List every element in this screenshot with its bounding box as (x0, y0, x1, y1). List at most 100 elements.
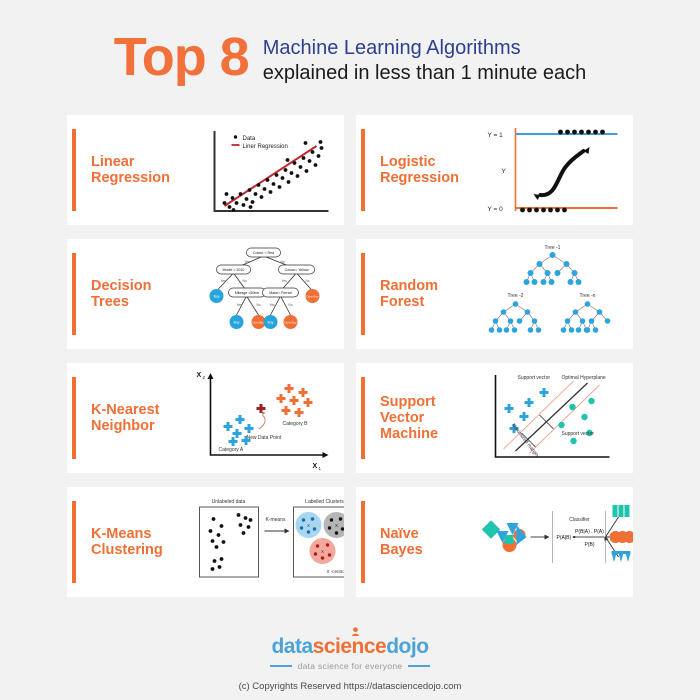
svg-text:No: No (243, 279, 247, 283)
axis-label-x: X (313, 463, 318, 470)
card-title-line1: Logistic (380, 154, 436, 170)
accent-bar (361, 377, 365, 459)
copyright-text: (c) Copyrights Reserved https://datascie… (238, 681, 462, 692)
tree-label-2: Tree -2 (508, 293, 524, 299)
algorithm-card-grid: Linear Regression Data Liner Regression (67, 115, 633, 597)
page-footer: datasciencedojo data science for everyon… (0, 627, 700, 692)
label-classifier: Classifier (569, 517, 590, 523)
svg-text:X: X (321, 549, 324, 554)
logo-tagline: data science for everyone (0, 661, 700, 671)
accent-bar (72, 501, 76, 583)
axis-label-y: Y (502, 168, 507, 175)
accent-bar (361, 501, 365, 583)
label-kmeans-arrow: K-means (265, 517, 286, 523)
card-random-forest[interactable]: Random Forest Tree -1 Tree -2 Tree -n (356, 239, 633, 349)
card-title-line2: Regression (380, 170, 459, 186)
label-labelled-clusters: Labelled Clusters (305, 499, 344, 505)
card-title-line1: Decision (91, 278, 152, 294)
svg-text:X: X (307, 523, 310, 528)
label-support-vector-bottom: Support vector (562, 431, 595, 437)
card-title-k-means-clustering: K-Means Clustering (91, 526, 183, 558)
card-title-line2: Forest (380, 294, 425, 310)
logo-part-dojo: dojo (386, 635, 429, 658)
card-title-linear-regression: Linear Regression (91, 154, 183, 186)
card-title-random-forest: Random Forest (380, 278, 472, 310)
axis-label-y: X (197, 372, 202, 379)
card-title-line1: Naïve (380, 526, 419, 542)
label-category-b: Category B (283, 421, 309, 427)
tree-node-make: Make= Ferrari (269, 291, 292, 295)
tree-node-model: Model = 2010 (223, 268, 245, 272)
legend-label-line: Liner Regression (243, 144, 288, 150)
card-title-line2: Clustering (91, 542, 163, 558)
accent-bar (72, 377, 76, 459)
page-header: Top 8 Machine Learning Algorithms explai… (0, 0, 700, 86)
figure-random-forest: Tree -1 Tree -2 Tree -n (472, 239, 633, 349)
card-naive-bayes[interactable]: Naïve Bayes Classifier P(A|B) = P(B|A) .… (356, 487, 633, 597)
formula-denominator: P(B) (585, 542, 595, 548)
tree-node-root: Colour = Red (253, 251, 274, 255)
tree-leaf-buy: Buy (268, 321, 274, 325)
tree-node-colour-yellow: Colour= Yellow (285, 268, 309, 272)
card-title-line1: Linear (91, 154, 135, 170)
formula-left: P(A|B) = (557, 535, 576, 541)
card-linear-regression[interactable]: Linear Regression Data Liner Regression (67, 115, 344, 225)
accent-bar (72, 129, 76, 211)
label-new-data-point: New Data Point (247, 435, 282, 441)
figure-logistic-regression: Y = 1 Y Y = 0 (472, 115, 633, 225)
tagline-text: data science for everyone (297, 661, 403, 671)
legend-label-data: Data (243, 136, 256, 142)
axis-label-x-sub: 1 (319, 466, 322, 471)
label-centroid: X -centroid (327, 569, 345, 574)
card-title-line2: Trees (91, 294, 129, 310)
svg-text:Yes: Yes (221, 279, 227, 283)
card-title-support-vector-machine: Support Vector Machine (380, 394, 472, 442)
card-title-line3: Machine (380, 426, 439, 442)
accent-bar (72, 253, 76, 335)
person-icon (351, 627, 359, 636)
card-title-line1: Random (380, 278, 438, 294)
svg-text:Yes: Yes (245, 260, 251, 264)
card-k-nearest-neighbor[interactable]: K-Nearest Neighbor X 2 X 1 Category A Ca… (67, 363, 344, 473)
figure-kmeans: Unlabeled data K-means Labelled Clusters (183, 487, 344, 597)
tree-label-1: Tree -1 (545, 245, 561, 251)
card-decision-trees[interactable]: Decision Trees Yes No Yes No Yes No Yes No Y… (67, 239, 344, 349)
tagline-rule-left (269, 665, 292, 667)
svg-text:No: No (306, 279, 310, 283)
logo-part-science: science (312, 635, 387, 658)
label-category-a: Category A (219, 447, 244, 453)
svg-text:Yes: Yes (237, 303, 243, 307)
card-logistic-regression[interactable]: Logistic Regression Y = 1 Y Y = 0 (356, 115, 633, 225)
card-support-vector-machine[interactable]: Support Vector Machine Support vector Op… (356, 363, 633, 473)
svg-text:Yes: Yes (270, 303, 276, 307)
figure-naive-bayes: Classifier P(A|B) = P(B|A) . P(A) P(B) (472, 487, 633, 597)
logo-part-data: data (271, 635, 313, 658)
tagline-rule-right (408, 665, 431, 667)
accent-bar (361, 129, 365, 211)
figure-decision-trees: Yes No Yes No Yes No Yes No Yes No Colour = R… (183, 239, 344, 349)
tree-leaf-dont-buy: Dont Buy (252, 321, 265, 325)
tree-node-mileage: Mileage <50km (235, 291, 259, 295)
svg-text:X: X (335, 523, 338, 528)
label-support-vector-top: Support vector (518, 375, 551, 381)
tree-label-n: Tree -n (580, 293, 596, 299)
figure-knn: X 2 X 1 Category A Category B New Data P… (183, 363, 344, 473)
card-title-line2: Bayes (380, 542, 423, 558)
svg-text:Yes: Yes (282, 279, 288, 283)
card-title-naive-bayes: Naïve Bayes (380, 526, 472, 558)
figure-linear-regression: Data Liner Regression (183, 115, 344, 225)
mixed-shapes-cluster (481, 520, 527, 552)
card-k-means-clustering[interactable]: K-Means Clustering Unlabeled data K-mean… (67, 487, 344, 597)
axis-label-y-sub: 2 (203, 375, 206, 380)
accent-bar (361, 253, 365, 335)
card-title-line1: K-Nearest (91, 402, 160, 418)
card-title-line2: Neighbor (91, 418, 155, 434)
figure-svm: Support vector Optimal Hyperplane Suppor… (472, 363, 633, 473)
svg-text:No: No (281, 260, 285, 264)
card-title-line1: Support (380, 394, 436, 410)
label-optimal-hyperplane: Optimal Hyperplane (562, 375, 606, 381)
tree-leaf-buy: Buy (234, 321, 240, 325)
svg-text:No: No (289, 303, 293, 307)
formula-numerator: P(B|A) . P(A) (575, 529, 604, 535)
tree-leaf-dont-buy: Dont Buy (306, 295, 319, 299)
